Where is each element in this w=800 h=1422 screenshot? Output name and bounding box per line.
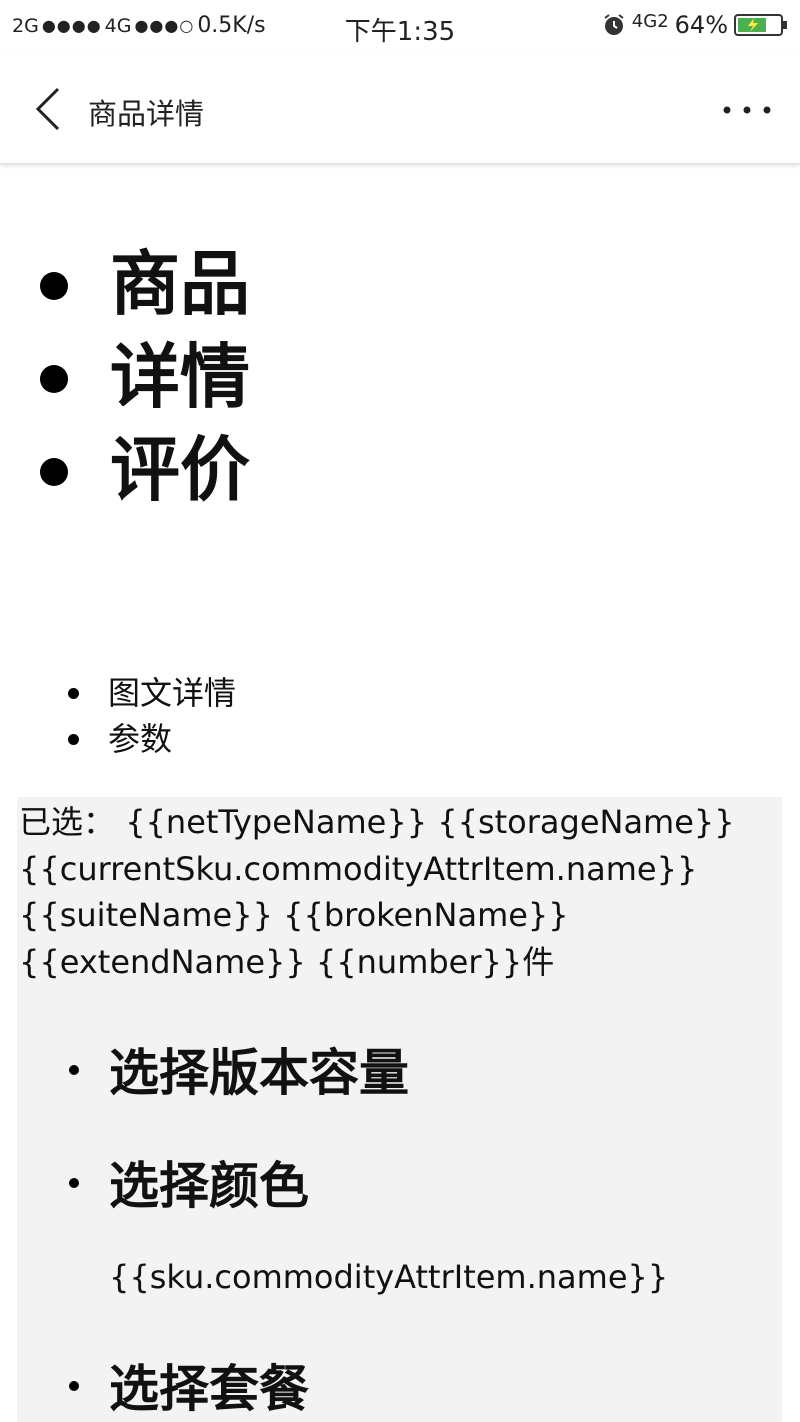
alarm-icon: [604, 14, 624, 35]
color-option-item[interactable]: {{sku.commodityAttrItem.name}}: [109, 1258, 668, 1296]
selected-label: 已选：: [19, 803, 116, 841]
page-title: 商品详情: [88, 97, 205, 131]
bullet-dot: [69, 1381, 79, 1391]
back-arrow-icon[interactable]: [28, 85, 68, 133]
battery-charging-icon: [734, 14, 787, 36]
option-heading-color[interactable]: 选择颜色: [109, 1146, 309, 1218]
main-tab-list: 商品 详情 评价: [0, 238, 250, 517]
sku-selection-panel: 已选： {{netTypeName}} {{storageName}} {{cu…: [17, 797, 782, 1422]
tab-reviews[interactable]: 评价: [0, 424, 250, 517]
tab-parameters[interactable]: 参数: [0, 716, 236, 762]
selected-value: {{netTypeName}} {{storageName}} {{curren…: [19, 803, 735, 981]
option-heading-package[interactable]: 选择套餐: [109, 1349, 309, 1421]
bullet-dot: [69, 1178, 79, 1188]
detail-tab-list: 图文详情 参数: [0, 670, 236, 762]
more-options-icon[interactable]: [722, 105, 772, 115]
tab-graphic-detail[interactable]: 图文详情: [0, 670, 236, 716]
status-bar: 2G ●●●● 4G ●●●○ 0.5K/s 下午1:35 4G2 64%: [0, 0, 800, 55]
option-heading-version[interactable]: 选择版本容量: [109, 1033, 409, 1105]
title-bar: 商品详情: [0, 55, 800, 164]
tab-detail[interactable]: 详情: [0, 331, 250, 424]
battery-percentage: 64%: [674, 11, 728, 39]
tab-product[interactable]: 商品: [0, 238, 250, 331]
selected-summary: 已选： {{netTypeName}} {{storageName}} {{cu…: [19, 799, 784, 985]
mobile-data-indicator: 4G2: [631, 10, 669, 32]
system-indicators: 4G2 64%: [602, 11, 788, 39]
bullet-dot: [69, 1065, 79, 1075]
